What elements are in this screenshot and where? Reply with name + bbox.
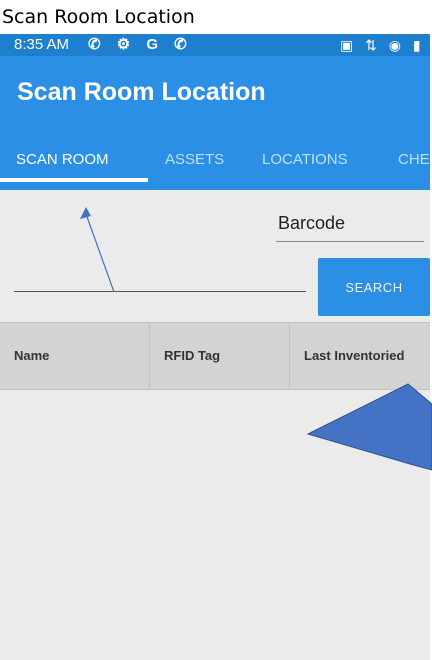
- barcode-type-dropdown[interactable]: Barcode: [276, 204, 424, 242]
- system-status-icons: ▣ ⇅ ◉ ▮: [340, 37, 425, 53]
- search-button[interactable]: SEARCH: [318, 258, 430, 316]
- app-bar: Scan Room Location SCAN ROOM ASSETS LOCA…: [0, 56, 430, 190]
- tab-bar: SCAN ROOM ASSETS LOCATIONS CHE: [0, 138, 430, 190]
- active-tab-indicator: [0, 178, 148, 182]
- column-header-rfid-tag[interactable]: RFID Tag: [150, 323, 290, 389]
- scan-form: Barcode SEARCH: [0, 190, 430, 320]
- column-header-last-inventoried[interactable]: Last Inventoried: [290, 323, 430, 389]
- status-time: 8:35 AM: [14, 36, 70, 53]
- tab-check[interactable]: CHE: [398, 138, 430, 190]
- tab-locations[interactable]: LOCATIONS: [262, 138, 348, 190]
- phone-screen: 8:35 AM ✆ ⚙ G ✆ ▣ ⇅ ◉ ▮ Scan Room Locati…: [0, 34, 430, 660]
- scan-input[interactable]: [14, 246, 306, 292]
- results-table-body: [0, 390, 430, 660]
- figure-caption: Scan Room Location: [2, 6, 195, 28]
- app-title: Scan Room Location: [17, 78, 266, 106]
- column-header-name[interactable]: Name: [0, 323, 150, 389]
- table-header: Name RFID Tag Last Inventoried: [0, 322, 430, 390]
- notification-icons: ✆ ⚙ G ✆: [88, 36, 193, 53]
- status-bar: 8:35 AM ✆ ⚙ G ✆ ▣ ⇅ ◉ ▮: [0, 34, 430, 56]
- tab-scan-room[interactable]: SCAN ROOM: [16, 138, 109, 190]
- tab-assets[interactable]: ASSETS: [165, 138, 224, 190]
